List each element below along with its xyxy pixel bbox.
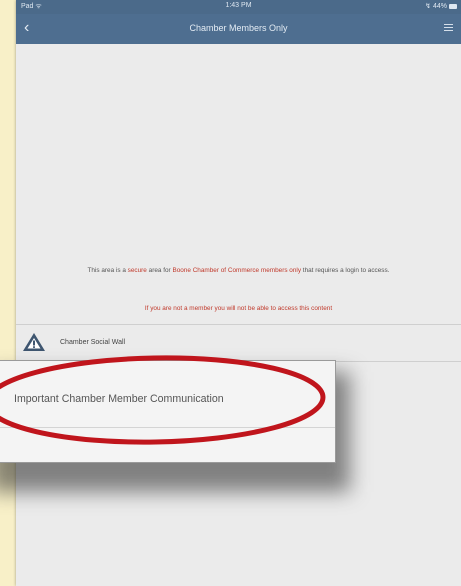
secure-area-notice: This area is a secure area for Boone Cha… — [16, 267, 461, 274]
tablet-screen: Pad ᯤ 1:43 PM ↯ 44% ‹ Chamber Members On… — [16, 0, 461, 586]
members-only-warning: If you are not a member you will not be … — [144, 305, 333, 312]
notice-org-link[interactable]: Boone Chamber of Commerce members only — [172, 267, 301, 274]
notice-secure-link[interactable]: secure — [128, 267, 147, 274]
zoomed-menu-callout: Important Chamber Member Communication — [0, 360, 336, 463]
notice-text-1: This area is a — [87, 267, 128, 274]
status-time: 1:43 PM — [225, 2, 252, 9]
list-item-label: Chamber Social Wall — [60, 339, 126, 346]
status-bar: Pad ᯤ 1:43 PM ↯ 44% — [16, 0, 461, 14]
notice-text-2: area for — [146, 267, 173, 274]
warning-triangle-icon — [23, 333, 45, 351]
important-communication-item[interactable]: Important Chamber Member Communication — [14, 393, 224, 405]
divider — [0, 427, 335, 428]
battery-label: ↯ 44% — [425, 3, 447, 10]
nav-bar: ‹ Chamber Members Only — [16, 14, 461, 44]
hamburger-menu-icon[interactable] — [444, 24, 453, 33]
list-item-chamber-social-wall[interactable]: Chamber Social Wall — [16, 325, 461, 361]
battery-icon — [449, 4, 457, 9]
notice-text-3: that requires a login to access. — [301, 267, 390, 274]
page-title: Chamber Members Only — [189, 23, 288, 33]
